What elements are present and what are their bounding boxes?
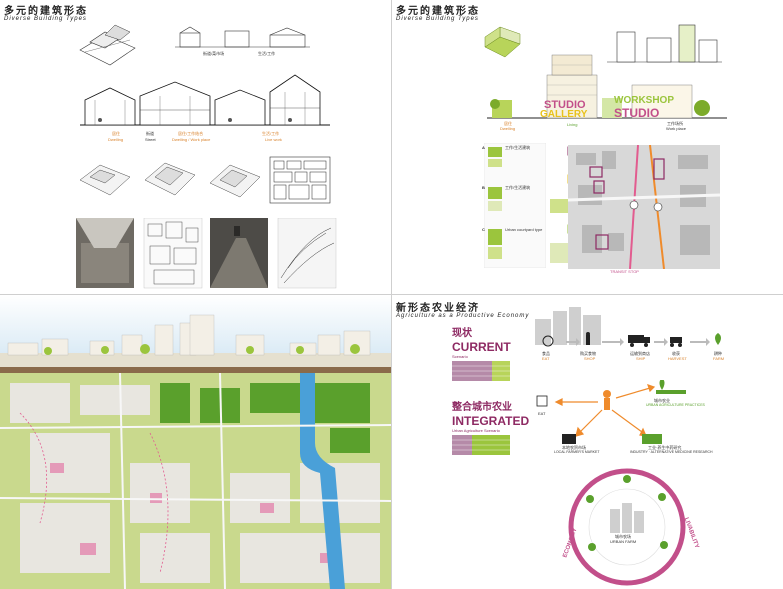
integrated-bar — [452, 435, 510, 455]
masterplan-map — [0, 373, 391, 589]
node-industry-en: INDUSTRY · ALTERNATIVE MEDICINE RESEARCH — [630, 450, 713, 454]
node-market-en: LOCAL FARMER'S MARKET — [554, 450, 600, 454]
legend-key-b: B — [482, 185, 485, 190]
label-live-work-en: Live work — [265, 137, 282, 142]
node-practice-en: URBAN AGRICULTURE PRACTICES — [646, 403, 705, 407]
axonometric-sketch — [79, 24, 136, 66]
legend-text-b: 工作/生活建筑 — [505, 185, 531, 190]
node-eat: EAT — [538, 411, 546, 416]
current-sub: Scenario — [452, 354, 468, 359]
photo-row — [76, 218, 337, 289]
chain-ship-en: SHIP — [636, 356, 646, 361]
integrated-cn: 整合城市农业 — [452, 402, 512, 413]
sign-studio-2: STUDIO — [614, 106, 660, 120]
current-bar — [452, 361, 510, 381]
label-living: Living — [567, 122, 578, 127]
legend-text-c: Urban courtyard type — [505, 227, 543, 232]
current-cn: 现状 — [452, 328, 472, 339]
skyline-elevation — [0, 295, 391, 373]
legend-key-a: A — [482, 145, 485, 150]
label-dwelling-en: Dwelling — [108, 137, 124, 142]
integrated-en: INTEGRATED — [452, 414, 530, 428]
label-workplace-en: Work place — [666, 126, 686, 131]
label-street: 街道 — [146, 131, 154, 136]
legend-key-c: C — [482, 227, 485, 232]
label-space-top: 生活/工作 — [258, 51, 276, 56]
integrated-network — [536, 380, 686, 444]
label-dwell-work: 居住/工作结合 — [178, 131, 204, 136]
main-building-section — [80, 74, 330, 126]
panel-title-cn: 多元的建筑形态 — [396, 6, 480, 17]
sign-gallery: GALLERY — [540, 109, 588, 120]
site-map — [568, 145, 720, 269]
legend-thumbnails — [484, 143, 546, 268]
chain-farm-en: FARM — [713, 356, 725, 361]
chain-eat-en: EAT — [542, 356, 550, 361]
axonometric-row — [79, 156, 331, 204]
panel-diverse-building-types-2: 多元的建筑形态 Diverse Building Types STUDIO GA… — [392, 0, 783, 295]
supply-chain-icons — [542, 332, 721, 347]
ring-center-en: URBAN FARM — [610, 539, 637, 544]
integrated-sub: Urban Agriculture Scenario — [452, 428, 500, 433]
label-market-top: 街道/菜市场 — [203, 51, 225, 56]
label-live-work: 生活/工作 — [262, 131, 280, 136]
legend-text-a: 工作/生活建筑 — [505, 145, 531, 150]
panel-title-cn: 新形态农业经济 — [396, 303, 480, 314]
label-dwell-work-en: Dwelling / Work place — [172, 137, 211, 142]
current-en: CURRENT — [452, 340, 511, 354]
panel-title-en: Diverse Building Types — [396, 16, 479, 22]
label-street-en: Street — [145, 137, 156, 142]
chain-harvest-en: HARVEST — [668, 356, 687, 361]
panel-diverse-building-types-1: 多元的建筑形态 Diverse Building Types 街道/菜市场 生活… — [0, 0, 392, 295]
panel-title-cn: 多元的建筑形态 — [4, 6, 88, 17]
colorful-building-section — [487, 54, 727, 119]
panel-title-en: Agriculture as a Productive Economy — [396, 313, 530, 319]
panel-productive-agriculture: 新形态农业经济 Agriculture as a Productive Econ… — [392, 295, 783, 589]
map-caption: TRANSIT STOP — [610, 269, 639, 274]
chain-shop-en: SHOP — [584, 356, 596, 361]
label-dwelling-en: Dwelling — [500, 126, 516, 131]
top-section-sketch — [175, 26, 310, 48]
label-dwelling: 居住 — [112, 131, 120, 136]
sign-workshop: WORKSHOP — [614, 95, 674, 106]
panel-masterplan — [0, 295, 392, 589]
